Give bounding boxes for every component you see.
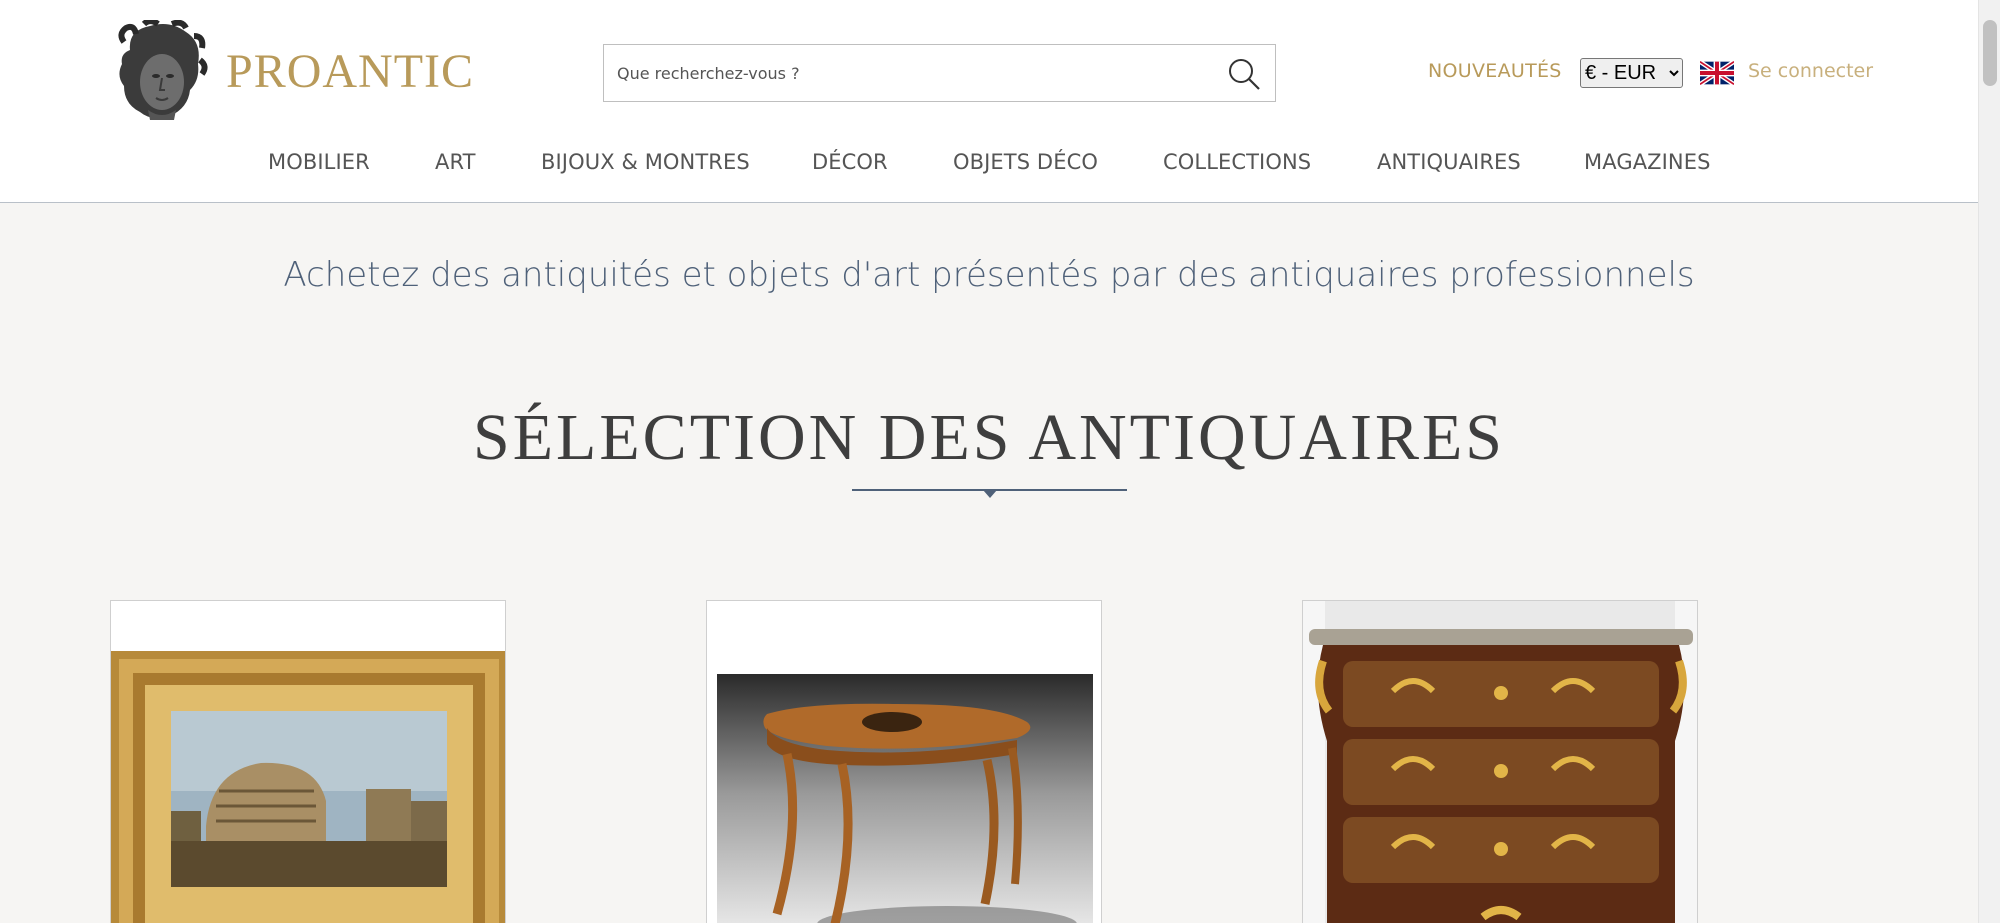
search-icon[interactable]: [1227, 57, 1261, 91]
tagline: Achetez des antiquités et objets d'art p…: [283, 255, 1695, 295]
nav-item-art[interactable]: ART: [435, 150, 476, 174]
currency-select[interactable]: € - EUR: [1580, 58, 1683, 88]
product-card-commode[interactable]: [1302, 600, 1698, 923]
main-nav: MOBILIER ART BIJOUX & MONTRES DÉCOR OBJE…: [0, 150, 1978, 180]
product-card-painting[interactable]: [110, 600, 506, 923]
nav-item-magazines[interactable]: MAGAZINES: [1584, 150, 1711, 174]
nav-item-bijoux-montres[interactable]: BIJOUX & MONTRES: [541, 150, 750, 174]
nav-item-antiquaires[interactable]: ANTIQUAIRES: [1377, 150, 1521, 174]
nav-item-mobilier[interactable]: MOBILIER: [268, 150, 370, 174]
news-link[interactable]: NOUVEAUTÉS: [1428, 60, 1562, 82]
product-image-commode: [1303, 601, 1697, 923]
section-title: SÉLECTION DES ANTIQUAIRES: [473, 401, 1505, 474]
brand-name: PROANTIC: [226, 44, 475, 98]
product-image-painting: [111, 651, 505, 923]
product-image-table: [717, 674, 1093, 923]
product-card-table[interactable]: [706, 600, 1102, 923]
title-divider-ornament: [983, 490, 997, 498]
search-input[interactable]: [604, 45, 1204, 101]
nav-item-collections[interactable]: COLLECTIONS: [1163, 150, 1311, 174]
nav-item-decor[interactable]: DÉCOR: [812, 150, 888, 174]
page-scrollbar[interactable]: [1978, 0, 2000, 923]
search-box: [603, 44, 1276, 102]
nav-item-objets-deco[interactable]: OBJETS DÉCO: [953, 150, 1098, 174]
site-header: PROANTIC NOUVEAUTÉS € - EUR Se connecter…: [0, 0, 1978, 203]
logo[interactable]: PROANTIC: [110, 20, 474, 122]
uk-flag-icon[interactable]: [1700, 60, 1734, 86]
scrollbar-thumb[interactable]: [1983, 20, 1997, 86]
login-link[interactable]: Se connecter: [1748, 60, 1873, 82]
logo-head-icon: [118, 20, 208, 120]
